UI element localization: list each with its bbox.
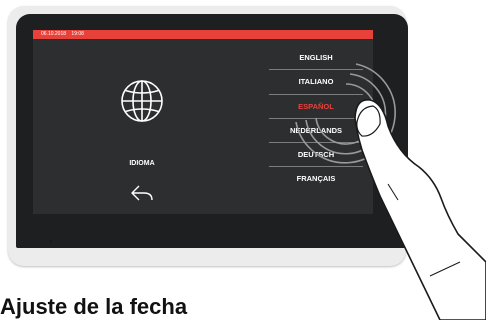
language-item-english[interactable]: ENGLISH [269, 46, 363, 71]
language-list: ENGLISH ITALIANO ESPAÑOL NEDERLANDS DEUT… [269, 46, 363, 192]
back-arrow-icon[interactable] [129, 184, 157, 202]
language-panel: IDIOMA [33, 39, 253, 214]
language-item-italiano[interactable]: ITALIANO [269, 70, 363, 95]
language-item-espanol[interactable]: ESPAÑOL [269, 95, 363, 119]
globe-icon [121, 80, 163, 122]
language-item-nederlands[interactable]: NEDERLANDS [269, 119, 363, 144]
status-led [49, 240, 52, 243]
status-date: 06.10.2018 [41, 31, 67, 37]
language-item-deutsch[interactable]: DEUTSCH [269, 143, 363, 168]
status-time: 19:08 [71, 31, 84, 37]
knuckle-line [429, 261, 461, 277]
touch-screen: 06.10.2018 19:08 IDIOMA ENGLISH ITALIANO… [33, 30, 373, 214]
section-heading: Ajuste de la fecha [0, 294, 188, 319]
status-bar: 06.10.2018 19:08 [33, 30, 373, 39]
language-item-francais[interactable]: FRANÇAIS [269, 167, 363, 191]
panel-title: IDIOMA [129, 160, 155, 167]
